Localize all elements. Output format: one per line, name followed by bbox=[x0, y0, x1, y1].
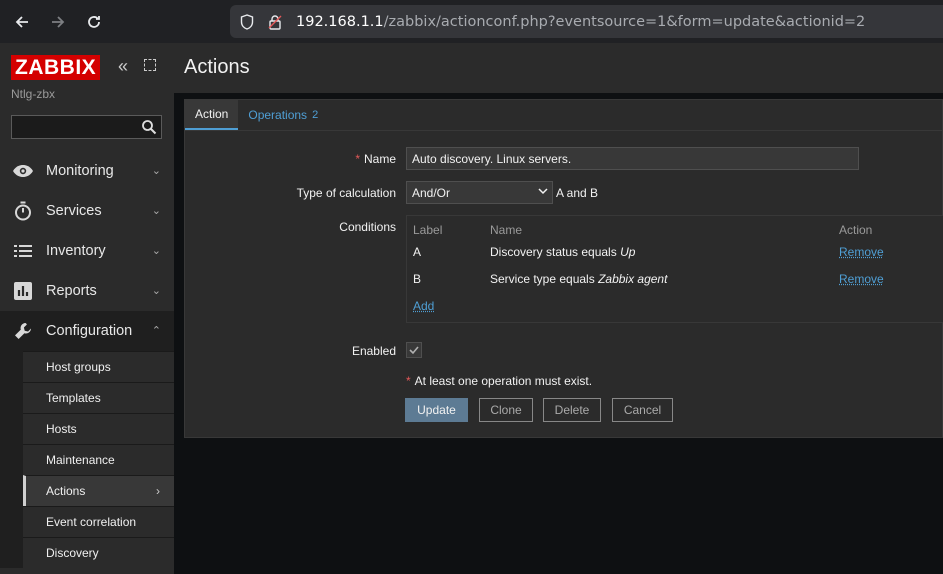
form-tabs: Action Operations 2 bbox=[185, 100, 942, 131]
sidebar: ZABBIX « Ntlg-zbx Monitoring ⌄ Services … bbox=[0, 43, 174, 574]
remove-condition-a-link[interactable]: Remove bbox=[839, 245, 884, 259]
menu-label: Inventory bbox=[46, 243, 106, 259]
update-button[interactable]: Update bbox=[405, 398, 468, 422]
bar-chart-icon bbox=[0, 282, 46, 300]
menu-monitoring[interactable]: Monitoring ⌄ bbox=[0, 151, 174, 191]
condition-label-a: A bbox=[413, 245, 422, 259]
kiosk-mode-icon[interactable] bbox=[144, 59, 156, 71]
menu-services[interactable]: Services ⌄ bbox=[0, 191, 174, 231]
name-input[interactable]: Auto discovery. Linux servers. bbox=[406, 147, 859, 170]
condition-label-b: B bbox=[413, 272, 422, 286]
zabbix-logo[interactable]: ZABBIX bbox=[11, 55, 101, 80]
clone-button[interactable]: Clone bbox=[479, 398, 533, 422]
delete-button[interactable]: Delete bbox=[543, 398, 601, 422]
chevron-down-icon: ⌄ bbox=[151, 205, 161, 217]
menu-label: Configuration bbox=[46, 323, 133, 339]
menu-inventory[interactable]: Inventory ⌄ bbox=[0, 231, 174, 271]
submenu-templates[interactable]: Templates bbox=[23, 382, 174, 413]
column-header-name: Name bbox=[490, 223, 523, 237]
submenu-hosts[interactable]: Hosts bbox=[23, 413, 174, 444]
name-label: * Name bbox=[355, 152, 396, 166]
tab-operations[interactable]: Operations 2 bbox=[238, 100, 328, 130]
insecure-lock-icon bbox=[264, 14, 286, 30]
remove-condition-b-link[interactable]: Remove bbox=[839, 272, 884, 286]
page-title: Actions bbox=[184, 56, 250, 78]
chevron-right-icon: › bbox=[156, 484, 160, 498]
chevron-down-icon: ⌄ bbox=[151, 245, 161, 257]
chevron-up-icon: ⌃ bbox=[151, 325, 161, 337]
configuration-submenu: Host groups Templates Hosts Maintenance … bbox=[0, 351, 174, 568]
url-text: 192.168.1.1/zabbix/actionconf.php?events… bbox=[296, 13, 866, 30]
submenu-host-groups[interactable]: Host groups bbox=[23, 351, 174, 382]
tab-action[interactable]: Action bbox=[185, 100, 239, 130]
menu-label: Services bbox=[46, 203, 102, 219]
server-name: Ntlg-zbx bbox=[11, 87, 56, 101]
column-header-action: Action bbox=[839, 223, 873, 237]
browser-toolbar: 192.168.1.1/zabbix/actionconf.php?events… bbox=[0, 0, 943, 43]
enabled-checkbox[interactable] bbox=[406, 342, 422, 358]
menu-reports[interactable]: Reports ⌄ bbox=[0, 271, 174, 311]
enabled-label: Enabled bbox=[351, 344, 396, 358]
stopwatch-icon bbox=[0, 201, 46, 221]
operations-count-badge: 2 bbox=[312, 109, 319, 121]
sidebar-search-input[interactable] bbox=[11, 115, 162, 139]
main-content: Actions Action Operations 2 * Name Auto di… bbox=[174, 43, 943, 574]
address-bar[interactable]: 192.168.1.1/zabbix/actionconf.php?events… bbox=[230, 5, 943, 38]
condition-name-b: Service type equals Zabbix agent bbox=[490, 272, 668, 286]
eye-icon bbox=[0, 164, 46, 178]
submenu-actions[interactable]: Actions › bbox=[23, 475, 174, 506]
collapse-sidebar-icon[interactable]: « bbox=[118, 57, 128, 75]
chevron-down-icon: ⌄ bbox=[151, 285, 161, 297]
submenu-event-correlation[interactable]: Event correlation bbox=[23, 506, 174, 537]
add-condition-link[interactable]: Add bbox=[413, 299, 434, 313]
operation-warning: * At least one operation must exist. bbox=[406, 374, 593, 388]
conditions-table: Label Name Action A Discovery status equ… bbox=[406, 215, 943, 323]
wrench-icon bbox=[0, 322, 46, 340]
cancel-button[interactable]: Cancel bbox=[612, 398, 673, 422]
calculation-type-select[interactable]: And/Or bbox=[406, 181, 553, 204]
condition-name-a: Discovery status equals Up bbox=[490, 245, 636, 259]
page-header: Actions bbox=[174, 43, 943, 93]
back-arrow-icon[interactable] bbox=[4, 4, 40, 40]
forward-arrow-icon[interactable] bbox=[40, 4, 76, 40]
action-form: Action Operations 2 * Name Auto discovery.… bbox=[184, 99, 943, 438]
conditions-label: Conditions bbox=[339, 220, 396, 234]
list-icon bbox=[0, 244, 46, 258]
search-icon[interactable] bbox=[141, 119, 157, 135]
menu-label: Monitoring bbox=[46, 163, 114, 179]
calculation-label: Type of calculation bbox=[296, 186, 396, 200]
shield-icon bbox=[236, 13, 258, 30]
chevron-down-icon: ⌄ bbox=[151, 165, 161, 177]
menu-label: Reports bbox=[46, 283, 97, 299]
submenu-discovery[interactable]: Discovery bbox=[23, 537, 174, 568]
main-menu: Monitoring ⌄ Services ⌄ Inventory ⌄ Repo… bbox=[0, 151, 174, 568]
check-icon bbox=[409, 346, 419, 355]
column-header-label: Label bbox=[413, 223, 443, 237]
submenu-maintenance[interactable]: Maintenance bbox=[23, 444, 174, 475]
menu-configuration[interactable]: Configuration ⌃ bbox=[0, 311, 174, 351]
reload-icon[interactable] bbox=[76, 4, 112, 40]
calculation-formula: A and B bbox=[556, 186, 599, 200]
submenu-label: Actions bbox=[46, 484, 86, 498]
chevron-down-icon bbox=[538, 186, 548, 199]
